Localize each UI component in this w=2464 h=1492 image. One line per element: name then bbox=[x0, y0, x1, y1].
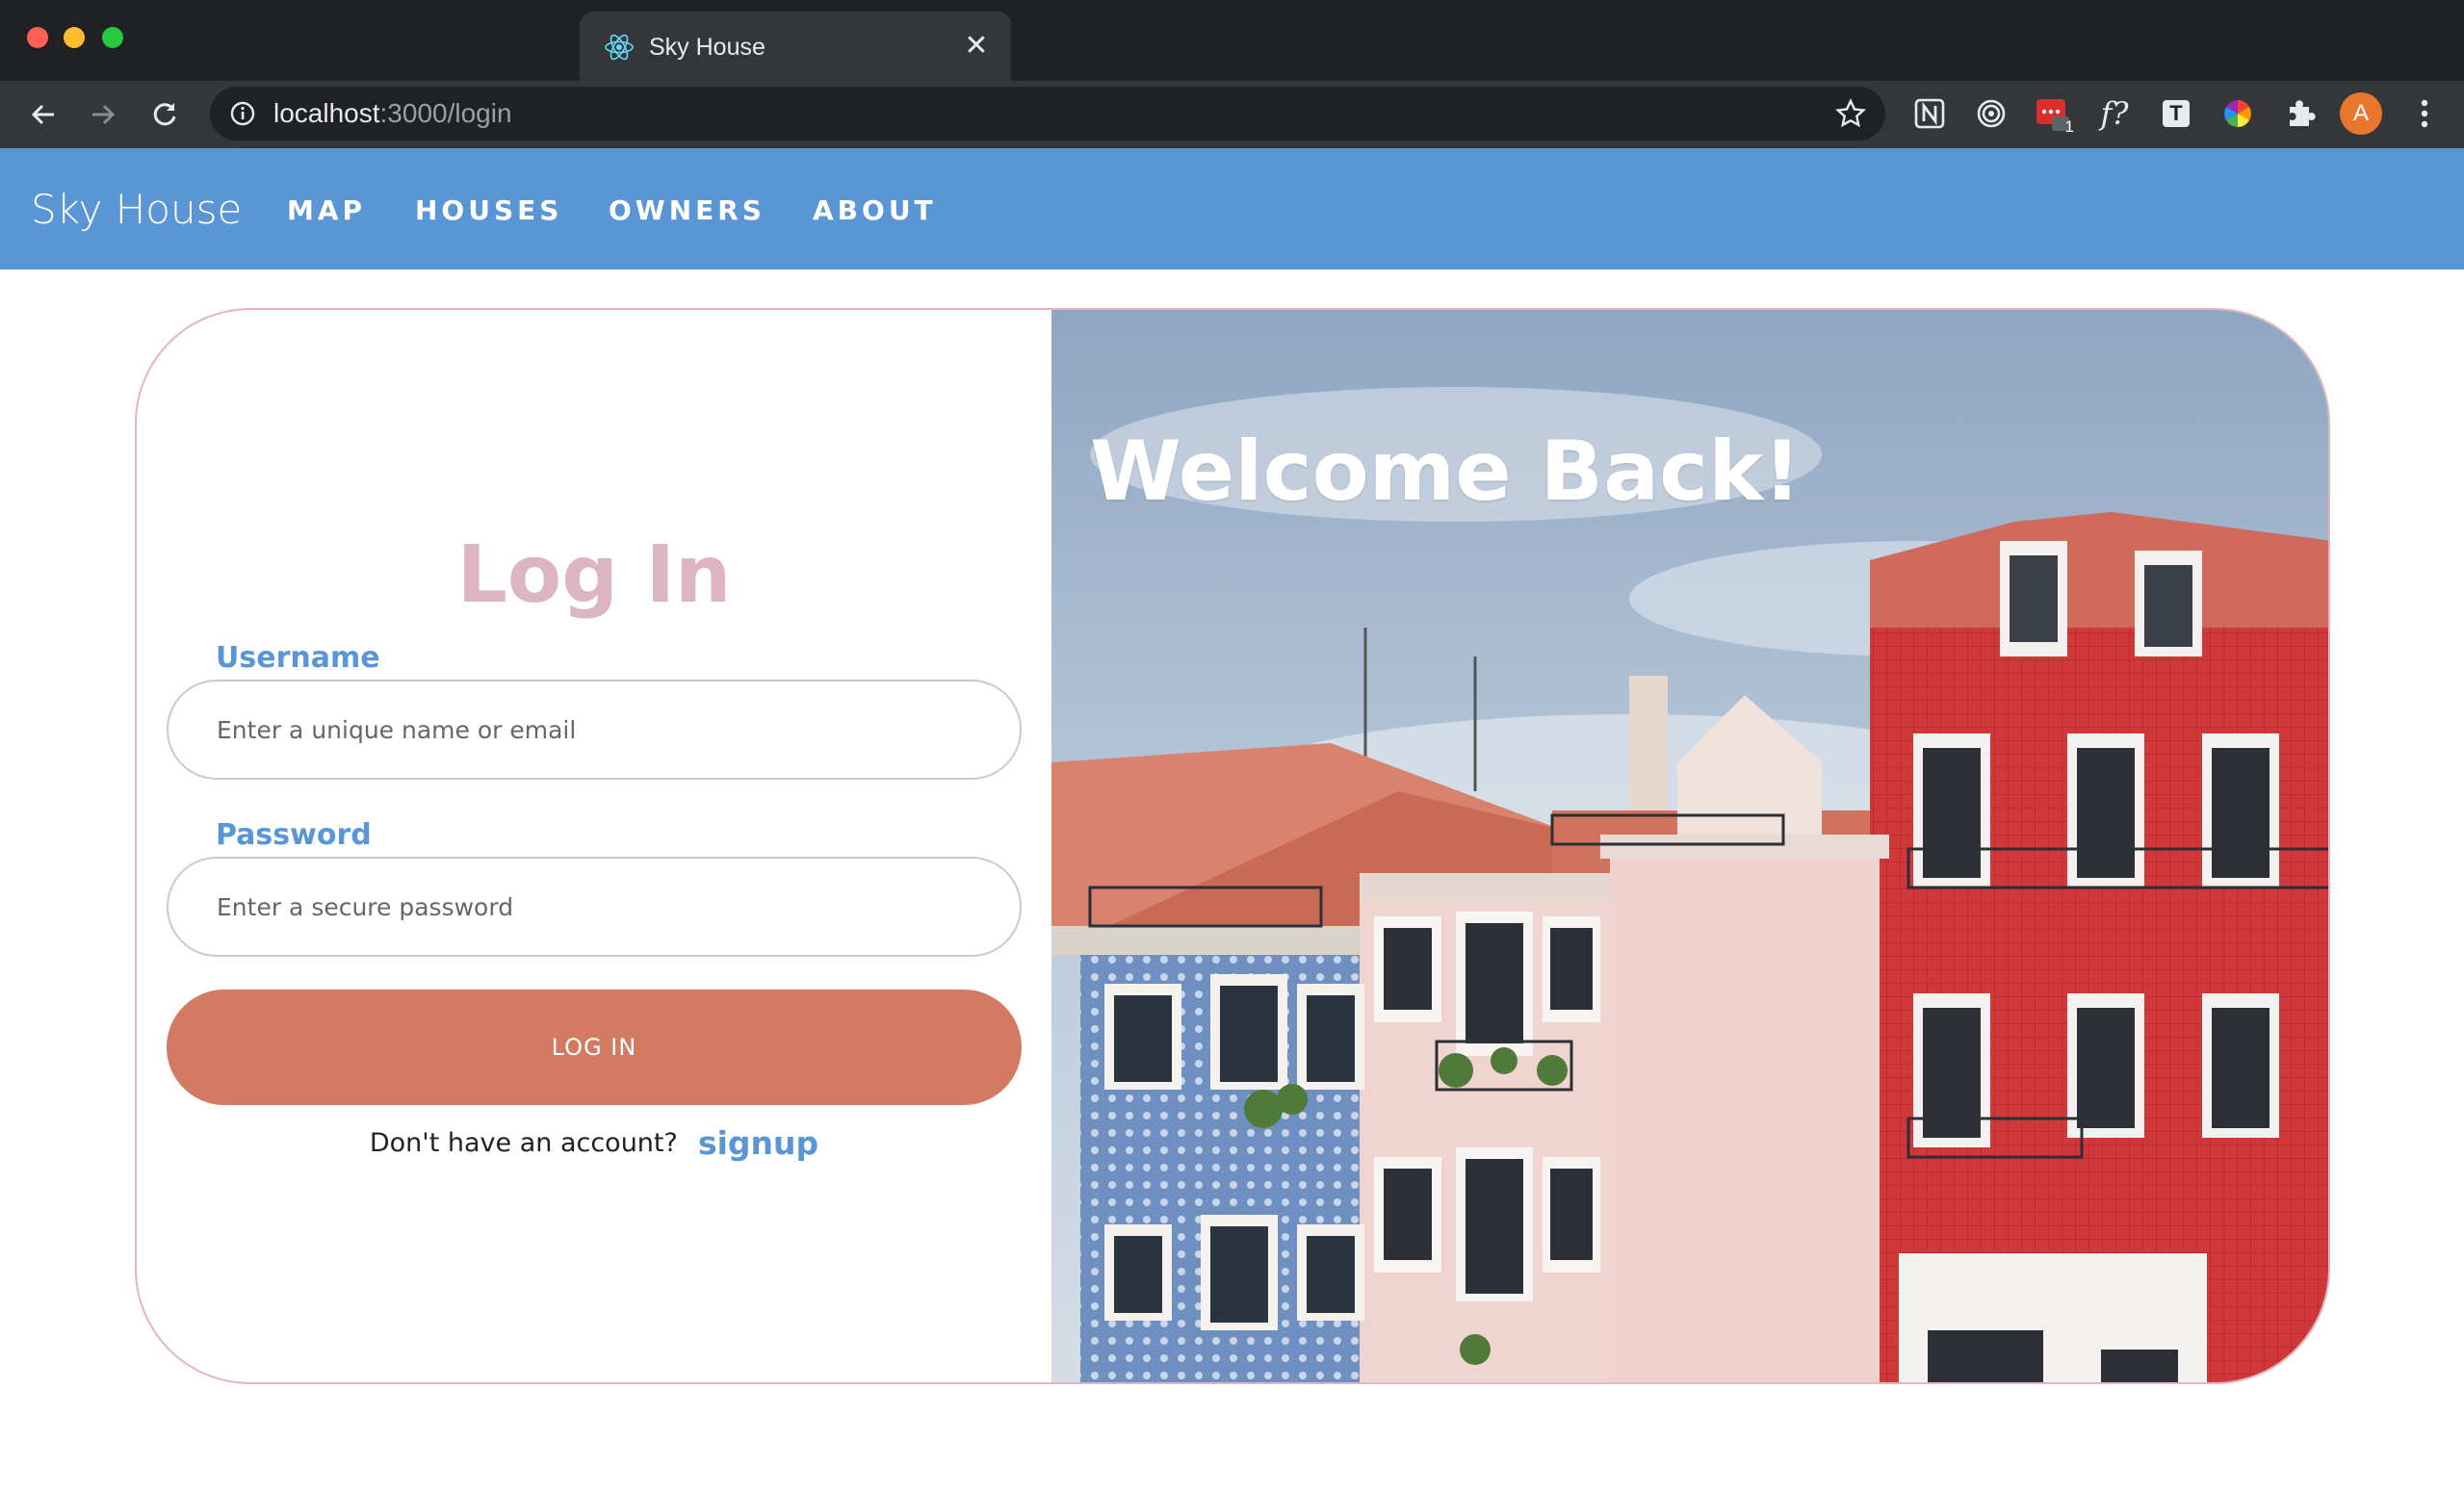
tab-close-icon[interactable]: ✕ bbox=[959, 29, 994, 64]
t-extension-icon[interactable]: T bbox=[2157, 94, 2195, 133]
url-path: :3000/login bbox=[379, 98, 512, 128]
nav-link-about[interactable]: ABOUT bbox=[813, 194, 937, 227]
url-text[interactable]: localhost:3000/login bbox=[273, 97, 512, 130]
username-input[interactable] bbox=[167, 680, 1022, 780]
username-label: Username bbox=[216, 641, 380, 675]
reload-icon[interactable] bbox=[143, 92, 187, 137]
signup-prompt: Don't have an account? bbox=[369, 1128, 678, 1158]
target-extension-icon[interactable] bbox=[1972, 94, 2010, 133]
welcome-heading: Welcome Back! bbox=[1090, 424, 1802, 520]
forward-icon[interactable] bbox=[81, 92, 125, 137]
app-navbar: Sky House MAP HOUSES OWNERS ABOUT bbox=[0, 148, 2464, 270]
login-button[interactable]: LOG IN bbox=[167, 990, 1022, 1105]
browser-menu-icon[interactable] bbox=[2407, 92, 2442, 135]
nav-link-owners[interactable]: OWNERS bbox=[609, 194, 765, 227]
login-card: Log In Username Password LOG IN Don't ha… bbox=[135, 308, 2330, 1384]
extension-badge: 1 bbox=[2064, 117, 2074, 136]
address-bar[interactable]: localhost:3000/login bbox=[210, 87, 1885, 141]
password-input[interactable] bbox=[167, 857, 1022, 957]
todo-extension-icon[interactable]: 1 bbox=[2034, 94, 2074, 136]
react-icon bbox=[605, 34, 634, 61]
back-icon[interactable] bbox=[21, 92, 65, 137]
login-heading: Log In bbox=[456, 529, 732, 621]
color-picker-extension-icon[interactable] bbox=[2218, 94, 2257, 133]
hero-image-pane: Welcome Back! bbox=[1051, 310, 2328, 1382]
minimize-window-button[interactable] bbox=[64, 27, 85, 48]
info-icon[interactable] bbox=[229, 100, 256, 127]
nav-link-map[interactable]: MAP bbox=[287, 194, 366, 227]
maximize-window-button[interactable] bbox=[102, 27, 123, 48]
t-extension-label: T bbox=[2169, 101, 2183, 125]
notion-extension-icon[interactable] bbox=[1910, 94, 1949, 133]
signup-row: Don't have an account? signup bbox=[137, 1124, 1051, 1162]
browser-toolbar: localhost:3000/login 1 f? T A bbox=[0, 81, 2464, 148]
extensions-puzzle-icon[interactable] bbox=[2280, 94, 2319, 133]
brand-logo[interactable]: Sky House bbox=[31, 187, 242, 233]
close-window-button[interactable] bbox=[27, 27, 48, 48]
signup-link[interactable]: signup bbox=[698, 1124, 818, 1162]
password-label: Password bbox=[216, 818, 372, 852]
browser-tab[interactable]: Sky House ✕ bbox=[580, 12, 1011, 81]
bookmark-star-icon[interactable] bbox=[1833, 96, 1868, 131]
nav-link-houses[interactable]: HOUSES bbox=[415, 194, 562, 227]
profile-avatar[interactable]: A bbox=[2340, 92, 2382, 135]
url-host: localhost bbox=[273, 98, 380, 128]
browser-titlebar: Sky House ✕ bbox=[0, 0, 2464, 81]
formula-extension-icon[interactable]: f? bbox=[2095, 94, 2134, 133]
tab-title: Sky House bbox=[649, 34, 765, 61]
login-form: Log In Username Password LOG IN Don't ha… bbox=[137, 310, 1051, 1382]
